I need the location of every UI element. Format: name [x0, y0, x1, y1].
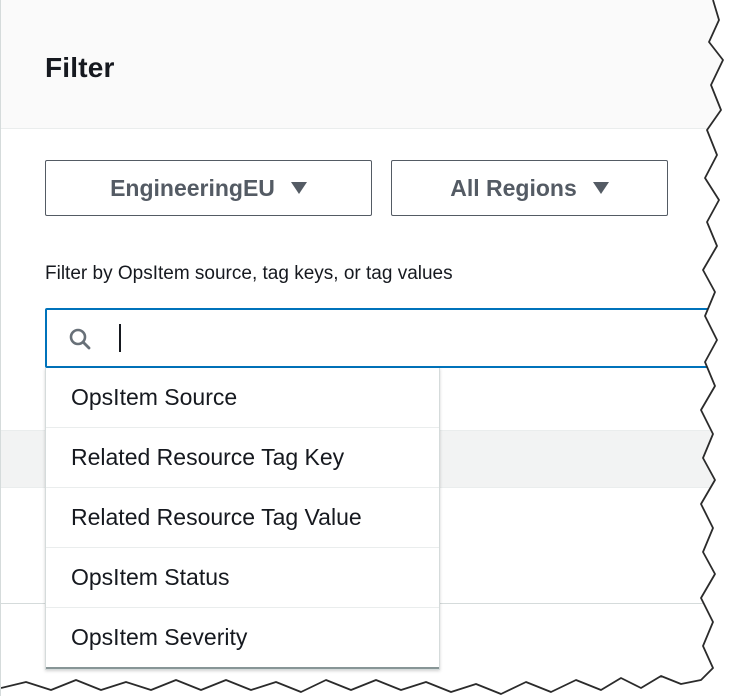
torn-edge-decoration [1, 0, 729, 696]
filter-panel: Filter EngineeringEU All Regions Filter … [0, 0, 729, 696]
